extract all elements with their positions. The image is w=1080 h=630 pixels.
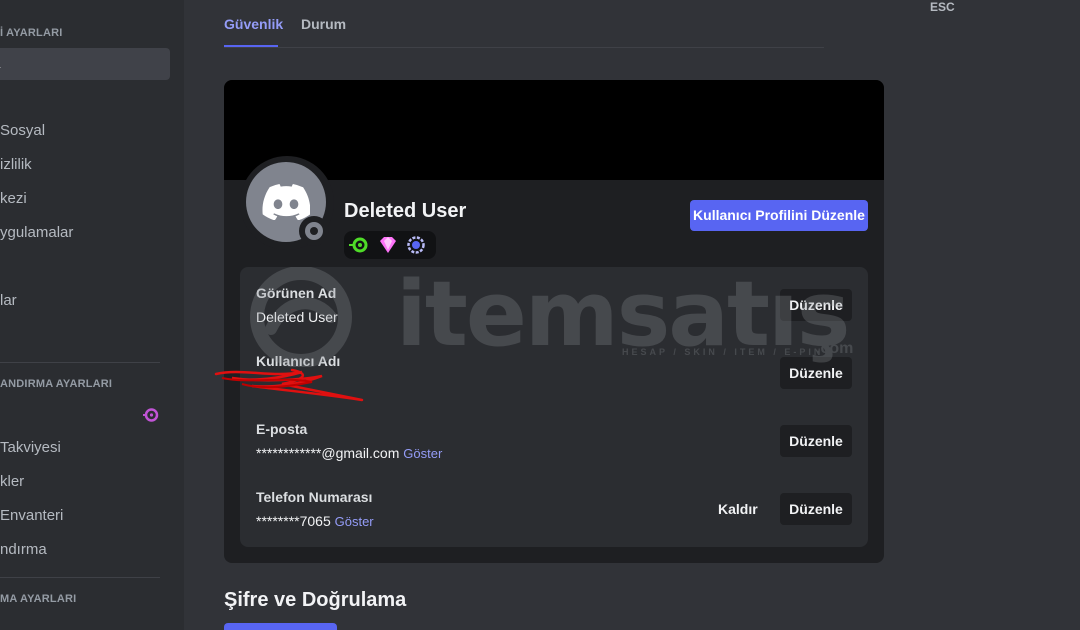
boost-badge-icon[interactable]	[406, 236, 426, 254]
sidebar-item-billing[interactable]: ndırma	[0, 537, 47, 563]
sidebar-divider	[0, 362, 160, 363]
sidebar-item-content-social[interactable]: Sosyal	[0, 118, 45, 144]
phone-title: Telefon Numarası	[256, 489, 373, 505]
sidebar-header-billing-settings: ANDIRMA AYARLARI	[0, 378, 113, 390]
sidebar-header-user-settings: İ AYARLARI	[0, 27, 63, 39]
profile-banner	[224, 80, 884, 180]
phone-value: ********7065	[256, 513, 331, 529]
sidebar-divider	[0, 577, 160, 578]
sidebar-item-subscriptions[interactable]: kler	[0, 469, 24, 495]
display-name-title: Görünen Ad	[256, 285, 337, 301]
profile-username: Deleted User	[344, 200, 467, 222]
nitro-badge-icon[interactable]	[348, 236, 368, 254]
active-tab-indicator	[224, 45, 278, 47]
password-section-title: Şifre ve Doğrulama	[224, 589, 407, 611]
nitro-icon	[143, 408, 159, 422]
display-name-value: Deleted User	[256, 309, 338, 325]
sidebar-item-gift-inventory[interactable]: Envanteri	[0, 503, 63, 529]
edit-user-profile-button[interactable]: Kullanıcı Profilini Düzenle	[690, 200, 868, 231]
sidebar-item-server-boost[interactable]: Takviyesi	[0, 435, 61, 461]
sidebar-item-authorized-apps[interactable]: ygulamalar	[0, 220, 73, 246]
phone-value-row: ********7065 Göster	[256, 513, 374, 529]
tab-status[interactable]: Durum	[301, 16, 346, 32]
redaction-scribble	[214, 368, 363, 402]
sidebar-header-app-settings: MA AYARLARI	[0, 593, 77, 605]
show-email-link[interactable]: Göster	[403, 446, 442, 461]
account-tabs: Güvenlik Durum	[224, 0, 824, 48]
profile-badges	[344, 231, 436, 259]
esc-close-label[interactable]: ESC	[930, 0, 955, 14]
show-phone-link[interactable]: Göster	[335, 514, 374, 529]
email-title: E-posta	[256, 421, 308, 437]
settings-sidebar: İ AYARLARI a Sosyal izlilik kezi ygulama…	[0, 0, 184, 630]
tab-security[interactable]: Güvenlik	[224, 16, 283, 32]
sidebar-item-devices[interactable]: lar	[0, 288, 17, 314]
edit-username-button[interactable]: Düzenle	[780, 357, 852, 389]
change-password-button[interactable]	[224, 623, 337, 630]
sidebar-item-privacy[interactable]: izlilik	[0, 152, 32, 178]
discord-logo-icon	[262, 184, 310, 220]
sidebar-item-family-center[interactable]: kezi	[0, 186, 27, 212]
edit-email-button[interactable]: Düzenle	[780, 425, 852, 457]
email-value: ************@gmail.com	[256, 445, 400, 461]
remove-phone-button[interactable]: Kaldır	[718, 493, 758, 525]
account-profile-card: Deleted User Kullanıcı Profilini Düzenle…	[224, 80, 884, 563]
gem-badge-icon[interactable]	[378, 236, 398, 254]
sidebar-item-my-account[interactable]: a	[0, 48, 170, 80]
email-value-row: ************@gmail.com Göster	[256, 445, 442, 461]
edit-display-name-button[interactable]: Düzenle	[780, 289, 852, 321]
edit-phone-button[interactable]: Düzenle	[780, 493, 852, 525]
offline-status-icon	[305, 222, 323, 240]
